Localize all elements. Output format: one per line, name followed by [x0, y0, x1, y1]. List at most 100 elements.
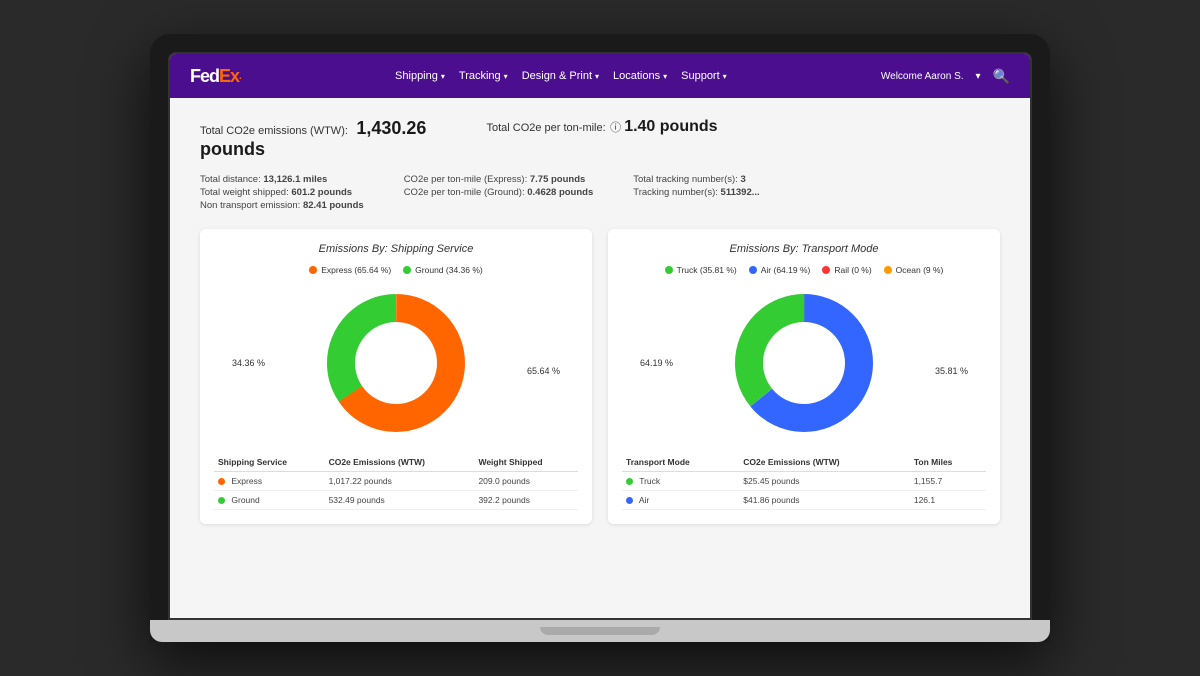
chart2-donut-svg [724, 283, 884, 443]
nav-support[interactable]: Support ▾ [681, 70, 727, 82]
chart2-row2-tonmiles: 126.1 [910, 491, 986, 510]
chart1-row1-name: Express [214, 472, 325, 491]
nav-design[interactable]: Design & Print ▾ [522, 70, 599, 82]
chart1-header-service: Shipping Service [214, 453, 325, 472]
chart1-row1-emissions: 1,017.22 pounds [325, 472, 475, 491]
table-row: Ground 532.49 pounds 392.2 pounds [214, 491, 578, 510]
ground-row-dot [218, 497, 225, 504]
per-ton-value: 1.40 pounds [624, 118, 717, 135]
chevron-down-icon: ▾ [723, 72, 727, 81]
nav-tracking[interactable]: Tracking ▾ [459, 70, 508, 82]
co2e-per-ton-stat: Total CO2e per ton-mile: ⓘ 1.40 pounds [486, 118, 717, 160]
chart1-donut-hole [358, 325, 434, 401]
truck-row-dot [626, 478, 633, 485]
rail-dot [822, 266, 830, 274]
legend-rail: Rail (0 %) [822, 265, 871, 275]
chart2-table: Transport Mode CO2e Emissions (WTW) Ton … [622, 453, 986, 510]
chart1-row2-name: Ground [214, 491, 325, 510]
chart2-donut-container: 64.19 % 35.81 % [622, 283, 986, 443]
chart1-title: Emissions By: Shipping Service [214, 243, 578, 255]
chart2-header-emissions: CO2e Emissions (WTW) [739, 453, 910, 472]
fedex-logo: Fed Ex . [190, 66, 241, 87]
air-dot [749, 266, 757, 274]
chart1-label-right: 65.64 % [527, 366, 560, 376]
chart1-table: Shipping Service CO2e Emissions (WTW) We… [214, 453, 578, 510]
laptop-frame: Fed Ex . Shipping ▾ Tracking ▾ Design & … [150, 34, 1050, 642]
express-row-dot [218, 478, 225, 485]
main-content: Total CO2e emissions (WTW): 1,430.26 pou… [170, 98, 1030, 618]
per-ton-label: Total CO2e per ton-mile: [486, 122, 605, 134]
chevron-down-icon: ▾ [441, 72, 445, 81]
logo-fed: Fed [190, 66, 219, 87]
nav-right: Welcome Aaron S. ▾ 🔍 [881, 68, 1010, 85]
truck-dot [665, 266, 673, 274]
chart1-header-emissions: CO2e Emissions (WTW) [325, 453, 475, 472]
chart1-header-weight: Weight Shipped [474, 453, 578, 472]
chart1-donut-container: 34.36 % 65.64 % [214, 283, 578, 443]
laptop-base [150, 620, 1050, 642]
chevron-down-icon: ▾ [595, 72, 599, 81]
nav-locations[interactable]: Locations ▾ [613, 70, 667, 82]
table-row: Express 1,017.22 pounds 209.0 pounds [214, 472, 578, 491]
nav-links: Shipping ▾ Tracking ▾ Design & Print ▾ L… [261, 70, 861, 82]
non-transport-item: Non transport emission: 82.41 pounds [200, 200, 364, 211]
detail-stats: Total distance: 13,126.1 miles Total wei… [200, 174, 1000, 211]
legend-air: Air (64.19 %) [749, 265, 811, 275]
hero-stats: Total CO2e emissions (WTW): 1,430.26 pou… [200, 118, 1000, 160]
detail-col-2: CO2e per ton-mile (Express): 7.75 pounds… [404, 174, 594, 211]
chart2-legend: Truck (35.81 %) Air (64.19 %) Rail (0 %) [622, 265, 986, 275]
ocean-dot [884, 266, 892, 274]
chart1-row1-weight: 209.0 pounds [474, 472, 578, 491]
chart2-row1-emissions: $25.45 pounds [739, 472, 910, 491]
chart2-row1-tonmiles: 1,155.7 [910, 472, 986, 491]
express-ton-item: CO2e per ton-mile (Express): 7.75 pounds [404, 174, 594, 185]
distance-item: Total distance: 13,126.1 miles [200, 174, 364, 185]
logo-ex: Ex [219, 66, 239, 87]
legend-ocean: Ocean (9 %) [884, 265, 944, 275]
chart2-title: Emissions By: Transport Mode [622, 243, 986, 255]
charts-section: Emissions By: Shipping Service Express (… [200, 229, 1000, 524]
legend-truck: Truck (35.81 %) [665, 265, 737, 275]
co2e-total-stat: Total CO2e emissions (WTW): 1,430.26 pou… [200, 118, 426, 160]
chart1-row2-weight: 392.2 pounds [474, 491, 578, 510]
chart-shipping-service: Emissions By: Shipping Service Express (… [200, 229, 592, 524]
logo-dot: . [239, 71, 241, 82]
chart2-header-tonmiles: Ton Miles [910, 453, 986, 472]
chart2-row2-name: Air [622, 491, 739, 510]
tracking-count-item: Total tracking number(s): 3 [633, 174, 759, 185]
user-chevron-icon: ▾ [976, 71, 981, 82]
chart1-label-left: 34.36 % [232, 358, 265, 368]
chart1-legend: Express (65.64 %) Ground (34.36 %) [214, 265, 578, 275]
ground-dot [403, 266, 411, 274]
chart2-row1-name: Truck [622, 472, 739, 491]
laptop-notch [540, 627, 660, 635]
detail-col-3: Total tracking number(s): 3 Tracking num… [633, 174, 759, 211]
co2e-total-label: Total CO2e emissions (WTW): 1,430.26 [200, 118, 426, 139]
chart2-donut-hole [766, 325, 842, 401]
chevron-down-icon: ▾ [663, 72, 667, 81]
chart-transport-mode: Emissions By: Transport Mode Truck (35.8… [608, 229, 1000, 524]
weight-item: Total weight shipped: 601.2 pounds [200, 187, 364, 198]
air-row-dot [626, 497, 633, 504]
table-row: Truck $25.45 pounds 1,155.7 [622, 472, 986, 491]
chart2-label-right: 35.81 % [935, 366, 968, 376]
chart2-label-left: 64.19 % [640, 358, 673, 368]
chart2-row2-emissions: $41.86 pounds [739, 491, 910, 510]
co2e-unit: pounds [200, 139, 426, 160]
tracking-numbers-item: Tracking number(s): 511392... [633, 187, 759, 198]
nav-user: Welcome Aaron S. [881, 71, 964, 82]
nav-shipping[interactable]: Shipping ▾ [395, 70, 445, 82]
chevron-down-icon: ▾ [504, 72, 508, 81]
ground-ton-item: CO2e per ton-mile (Ground): 0.4628 pound… [404, 187, 594, 198]
navbar: Fed Ex . Shipping ▾ Tracking ▾ Design & … [170, 54, 1030, 98]
legend-express: Express (65.64 %) [309, 265, 391, 275]
laptop-screen: Fed Ex . Shipping ▾ Tracking ▾ Design & … [168, 52, 1032, 620]
chart2-header-mode: Transport Mode [622, 453, 739, 472]
express-dot [309, 266, 317, 274]
table-row: Air $41.86 pounds 126.1 [622, 491, 986, 510]
search-icon[interactable]: 🔍 [993, 68, 1010, 85]
info-icon: ⓘ [610, 122, 624, 134]
legend-ground: Ground (34.36 %) [403, 265, 483, 275]
chart1-row2-emissions: 532.49 pounds [325, 491, 475, 510]
chart1-donut-svg [316, 283, 476, 443]
